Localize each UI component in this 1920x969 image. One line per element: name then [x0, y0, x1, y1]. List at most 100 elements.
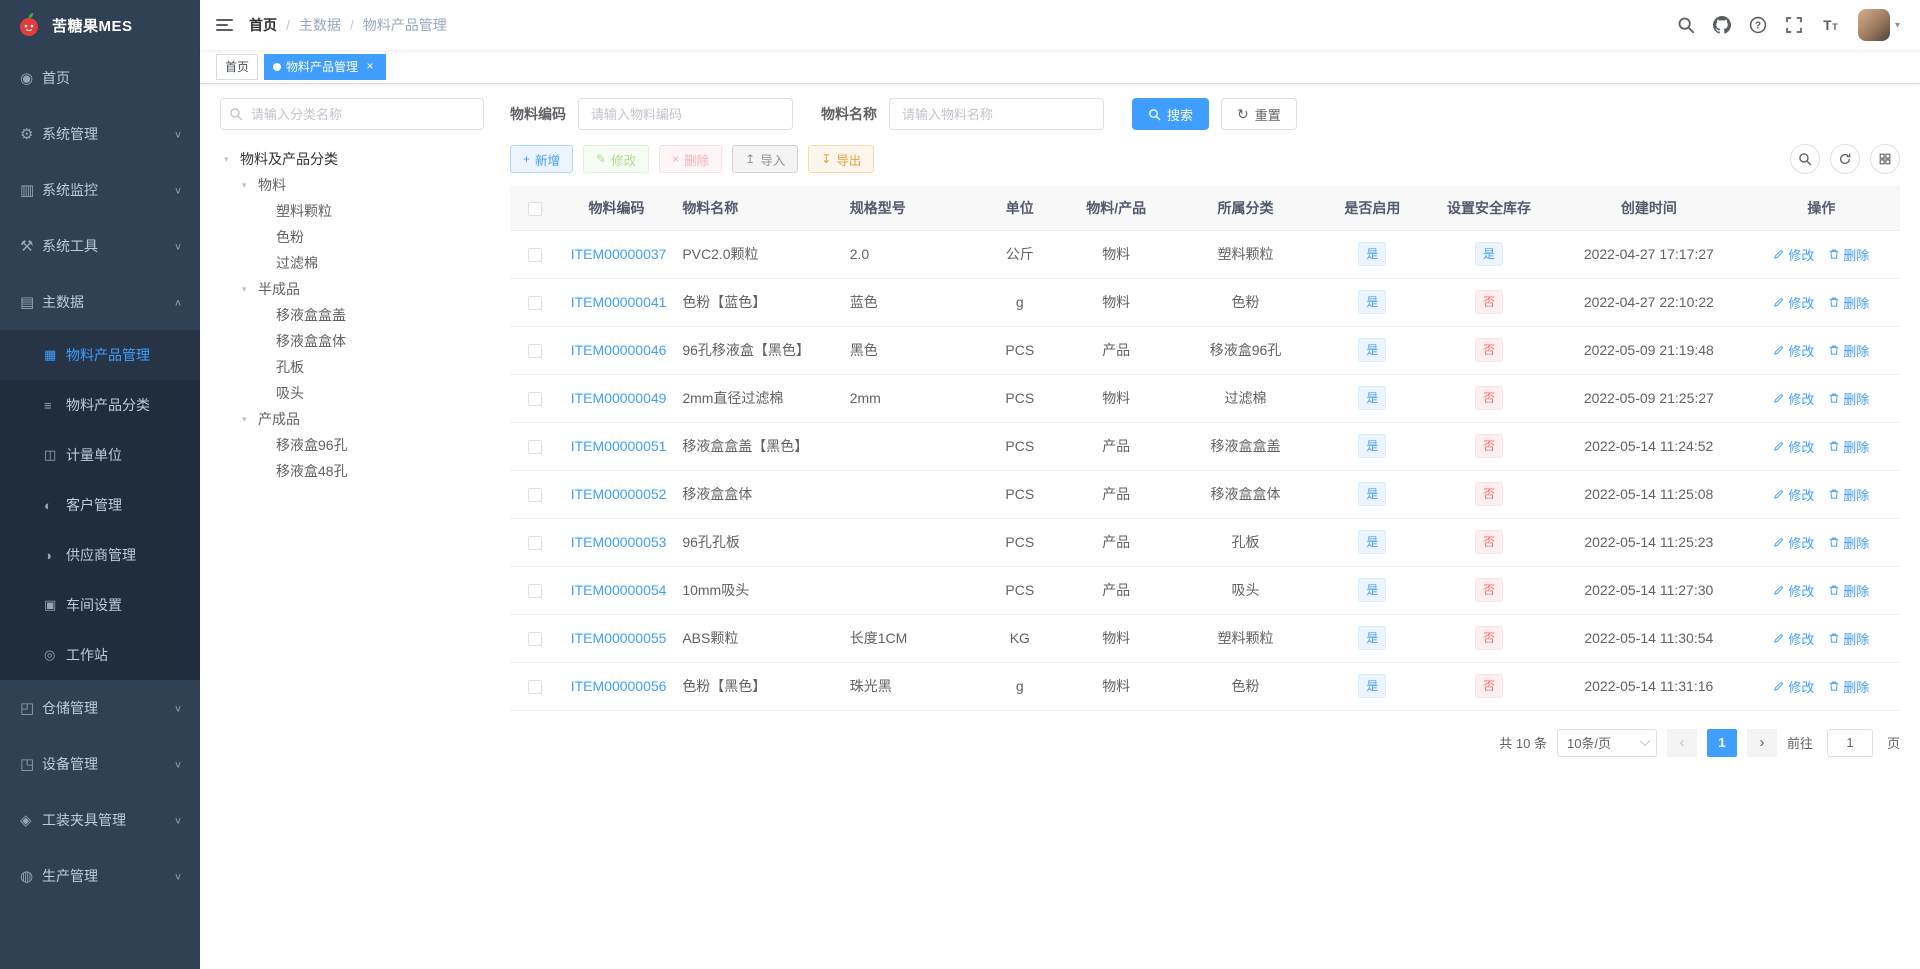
breadcrumb-item[interactable]: / 主数据: [277, 15, 341, 35]
table-row[interactable]: ITEM00000054 10mm吸头 PCS 产品 吸头 是 否 2022-0…: [510, 566, 1900, 615]
delete-link[interactable]: 删除: [1828, 389, 1869, 408]
page-button-1[interactable]: 1: [1706, 728, 1737, 757]
table-row[interactable]: ITEM00000049 2mm直径过滤棉 2mm PCS 物料 过滤棉 是 否…: [510, 374, 1900, 423]
edit-link[interactable]: 修改: [1773, 629, 1814, 648]
delete-link[interactable]: 删除: [1828, 533, 1869, 552]
delete-link[interactable]: 删除: [1828, 341, 1869, 360]
sidebar-item[interactable]: ▣ 车间设置: [0, 580, 200, 630]
tree-node[interactable]: 移液盒盒体: [220, 328, 484, 354]
edit-link[interactable]: 修改: [1773, 485, 1814, 504]
row-checkbox[interactable]: [528, 392, 543, 407]
toolbar-button[interactable]: ✎ 修改: [583, 145, 650, 173]
sidebar-item[interactable]: ◑ 供应商管理: [0, 530, 200, 580]
next-page-button[interactable]: ›: [1746, 728, 1777, 757]
item-code-link[interactable]: ITEM00000051: [571, 438, 667, 454]
tree-node[interactable]: 移液盒96孔: [220, 432, 484, 458]
table-row[interactable]: ITEM00000053 96孔孔板 PCS 产品 孔板 是 否 2022-05…: [510, 518, 1900, 567]
toolbar-button[interactable]: ↧ 导出: [808, 145, 875, 173]
delete-link[interactable]: 删除: [1828, 485, 1869, 504]
sidebar-item[interactable]: ◰ 仓储管理 ∨: [0, 680, 200, 736]
row-checkbox[interactable]: [528, 536, 543, 551]
row-checkbox[interactable]: [528, 632, 543, 647]
search-icon[interactable]: [1668, 0, 1704, 50]
breadcrumb-item[interactable]: / 物料产品管理: [341, 15, 447, 35]
toolbar-button[interactable]: × 删除: [659, 145, 723, 173]
edit-link[interactable]: 修改: [1773, 341, 1814, 360]
sidebar-item[interactable]: ◉ 首页: [0, 50, 200, 106]
github-icon[interactable]: [1704, 0, 1740, 50]
delete-link[interactable]: 删除: [1828, 581, 1869, 600]
item-code-link[interactable]: ITEM00000049: [571, 390, 667, 406]
tree-node[interactable]: ▾ 产成品: [220, 406, 484, 432]
sidebar-item[interactable]: ◈ 工装夹具管理 ∨: [0, 792, 200, 848]
edit-link[interactable]: 修改: [1773, 677, 1814, 696]
item-code-link[interactable]: ITEM00000041: [571, 294, 667, 310]
edit-link[interactable]: 修改: [1773, 533, 1814, 552]
goto-page-input[interactable]: [1826, 728, 1873, 757]
item-code-link[interactable]: ITEM00000056: [571, 678, 667, 694]
sidebar-item[interactable]: ▤ 主数据 ∧: [0, 274, 200, 330]
sidebar-item[interactable]: ◫ 计量单位: [0, 430, 200, 480]
sidebar-item[interactable]: ◐ 客户管理: [0, 480, 200, 530]
tree-node[interactable]: ▾ 半成品: [220, 276, 484, 302]
sidebar-item[interactable]: ⚒ 系统工具 ∨: [0, 218, 200, 274]
delete-link[interactable]: 删除: [1828, 437, 1869, 456]
item-code-link[interactable]: ITEM00000055: [571, 630, 667, 646]
table-row[interactable]: ITEM00000046 96孔移液盒【黑色】 黑色 PCS 产品 移液盒96孔…: [510, 326, 1900, 375]
material-name-input[interactable]: [889, 98, 1104, 130]
close-icon[interactable]: ×: [363, 59, 377, 74]
user-menu[interactable]: ▾: [1848, 9, 1910, 41]
table-row[interactable]: ITEM00000052 移液盒盒体 PCS 产品 移液盒盒体 是 否 2022…: [510, 470, 1900, 519]
tree-node[interactable]: 移液盒盒盖: [220, 302, 484, 328]
tree-node[interactable]: 孔板: [220, 354, 484, 380]
table-row[interactable]: ITEM00000055 ABS颗粒 长度1CM KG 物料 塑料颗粒 是 否 …: [510, 614, 1900, 663]
row-checkbox[interactable]: [528, 248, 543, 263]
edit-link[interactable]: 修改: [1773, 293, 1814, 312]
sidebar-item[interactable]: ▦ 物料产品管理: [0, 330, 200, 380]
font-size-icon[interactable]: [1812, 0, 1848, 50]
edit-link[interactable]: 修改: [1773, 581, 1814, 600]
item-code-link[interactable]: ITEM00000046: [571, 342, 667, 358]
toggle-search-button[interactable]: [1790, 144, 1820, 174]
toolbar-button[interactable]: + 新增: [510, 145, 574, 173]
item-code-link[interactable]: ITEM00000052: [571, 486, 667, 502]
delete-link[interactable]: 删除: [1828, 677, 1869, 696]
row-checkbox[interactable]: [528, 488, 543, 503]
help-icon[interactable]: [1740, 0, 1776, 50]
row-checkbox[interactable]: [528, 344, 543, 359]
columns-button[interactable]: [1870, 144, 1900, 174]
sidebar-item[interactable]: ⚙ 系统管理 ∨: [0, 106, 200, 162]
tree-node[interactable]: ▾ 物料: [220, 172, 484, 198]
app-logo[interactable]: 苦糖果MES: [0, 0, 200, 50]
breadcrumb-item[interactable]: / 首页: [249, 15, 277, 35]
tag-tab[interactable]: 首页: [216, 53, 259, 80]
sidebar-item[interactable]: ≡ 物料产品分类: [0, 380, 200, 430]
material-code-input[interactable]: [578, 98, 793, 130]
fullscreen-icon[interactable]: [1776, 0, 1812, 50]
sidebar-item[interactable]: ◳ 设备管理 ∨: [0, 736, 200, 792]
category-search-input[interactable]: [220, 98, 484, 130]
table-row[interactable]: ITEM00000037 PVC2.0颗粒 2.0 公斤 物料 塑料颗粒 是 是…: [510, 230, 1900, 279]
select-all-checkbox[interactable]: [528, 201, 543, 216]
refresh-button[interactable]: [1830, 144, 1860, 174]
edit-link[interactable]: 修改: [1773, 245, 1814, 264]
page-size-select[interactable]: 10条/页: [1556, 728, 1657, 757]
row-checkbox[interactable]: [528, 440, 543, 455]
tree-node[interactable]: 吸头: [220, 380, 484, 406]
sidebar-item[interactable]: ◍ 生产管理 ∨: [0, 848, 200, 904]
item-code-link[interactable]: ITEM00000053: [571, 534, 667, 550]
search-button[interactable]: 搜索: [1132, 98, 1210, 130]
delete-link[interactable]: 删除: [1828, 629, 1869, 648]
item-code-link[interactable]: ITEM00000054: [571, 582, 667, 598]
edit-link[interactable]: 修改: [1773, 437, 1814, 456]
reset-button[interactable]: ↻ 重置: [1221, 98, 1297, 130]
table-row[interactable]: ITEM00000051 移液盒盒盖【黑色】 PCS 产品 移液盒盒盖 是 否 …: [510, 422, 1900, 471]
delete-link[interactable]: 删除: [1828, 245, 1869, 264]
tree-node[interactable]: 移液盒48孔: [220, 458, 484, 484]
sidebar-item[interactable]: ◎ 工作站: [0, 630, 200, 680]
toolbar-button[interactable]: ↥ 导入: [732, 145, 799, 173]
row-checkbox[interactable]: [528, 296, 543, 311]
edit-link[interactable]: 修改: [1773, 389, 1814, 408]
delete-link[interactable]: 删除: [1828, 293, 1869, 312]
row-checkbox[interactable]: [528, 584, 543, 599]
